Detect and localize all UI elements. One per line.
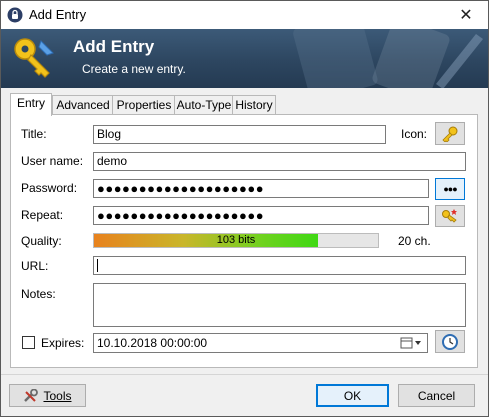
url-input[interactable]: [93, 256, 466, 275]
expiry-date: 10.10.2018 00:00:00: [97, 336, 208, 350]
keepass-lock-icon: [7, 7, 23, 23]
icon-picker-button[interactable]: [435, 122, 465, 145]
key-icon: [14, 38, 54, 78]
text-cursor: [97, 259, 98, 273]
url-label: URL:: [21, 259, 49, 273]
password-generator-button[interactable]: [435, 205, 465, 227]
expires-label: Expires:: [41, 336, 85, 350]
icon-label: Icon:: [401, 127, 428, 141]
key-icon: [442, 126, 458, 142]
tab-properties[interactable]: Properties: [112, 95, 176, 115]
tab-entry[interactable]: Entry: [10, 93, 52, 116]
password-input[interactable]: ●●●●●●●●●●●●●●●●●●●●: [93, 179, 429, 198]
calendar-dropdown-icon: [400, 337, 421, 349]
title-bar: Add Entry ✕: [1, 1, 488, 29]
banner-decoration: [293, 29, 483, 88]
key-generator-icon: [442, 209, 457, 223]
clock-icon: [442, 333, 458, 350]
tab-auto-type[interactable]: Auto-Type: [174, 95, 234, 115]
tab-history[interactable]: History: [232, 95, 276, 115]
banner-subtitle: Create a new entry.: [82, 62, 186, 76]
title-label: Title:: [21, 127, 47, 141]
password-label: Password:: [21, 181, 78, 195]
username-input[interactable]: demo: [93, 152, 466, 171]
quality-bar: 103 bits: [93, 233, 379, 248]
footer-separator: [1, 374, 488, 375]
dots-icon: ●●●: [443, 184, 457, 194]
tools-label: Tools: [43, 388, 72, 403]
cancel-button[interactable]: Cancel: [398, 384, 475, 407]
window-title: Add Entry: [29, 7, 87, 22]
repeat-password-input[interactable]: ●●●●●●●●●●●●●●●●●●●●: [93, 206, 429, 225]
expiry-presets-button[interactable]: [435, 330, 465, 353]
ok-button[interactable]: OK: [316, 384, 389, 407]
expires-checkbox[interactable]: [22, 336, 35, 349]
quality-bits: 103 bits: [216, 234, 256, 246]
close-icon: ✕: [459, 7, 473, 24]
expiry-datetime-picker[interactable]: 10.10.2018 00:00:00: [93, 333, 428, 353]
password-length: 20 ch.: [398, 234, 431, 248]
tools-button[interactable]: Tools: [9, 384, 86, 407]
header-banner: Add Entry Create a new entry.: [1, 29, 488, 88]
notes-label: Notes:: [21, 287, 56, 301]
reveal-password-button[interactable]: ●●●: [435, 178, 465, 200]
repeat-label: Repeat:: [21, 208, 64, 222]
close-button[interactable]: ✕: [444, 1, 488, 29]
tab-advanced[interactable]: Advanced: [52, 95, 114, 115]
add-entry-dialog: Add Entry ✕ Add Entry Create a new entry…: [0, 0, 489, 417]
quality-label: Quality:: [21, 234, 62, 248]
notes-textarea[interactable]: [93, 283, 466, 327]
tools-icon: [24, 388, 39, 402]
username-label: User name:: [21, 154, 84, 168]
title-input[interactable]: Blog: [93, 125, 386, 144]
banner-title: Add Entry: [73, 37, 155, 56]
